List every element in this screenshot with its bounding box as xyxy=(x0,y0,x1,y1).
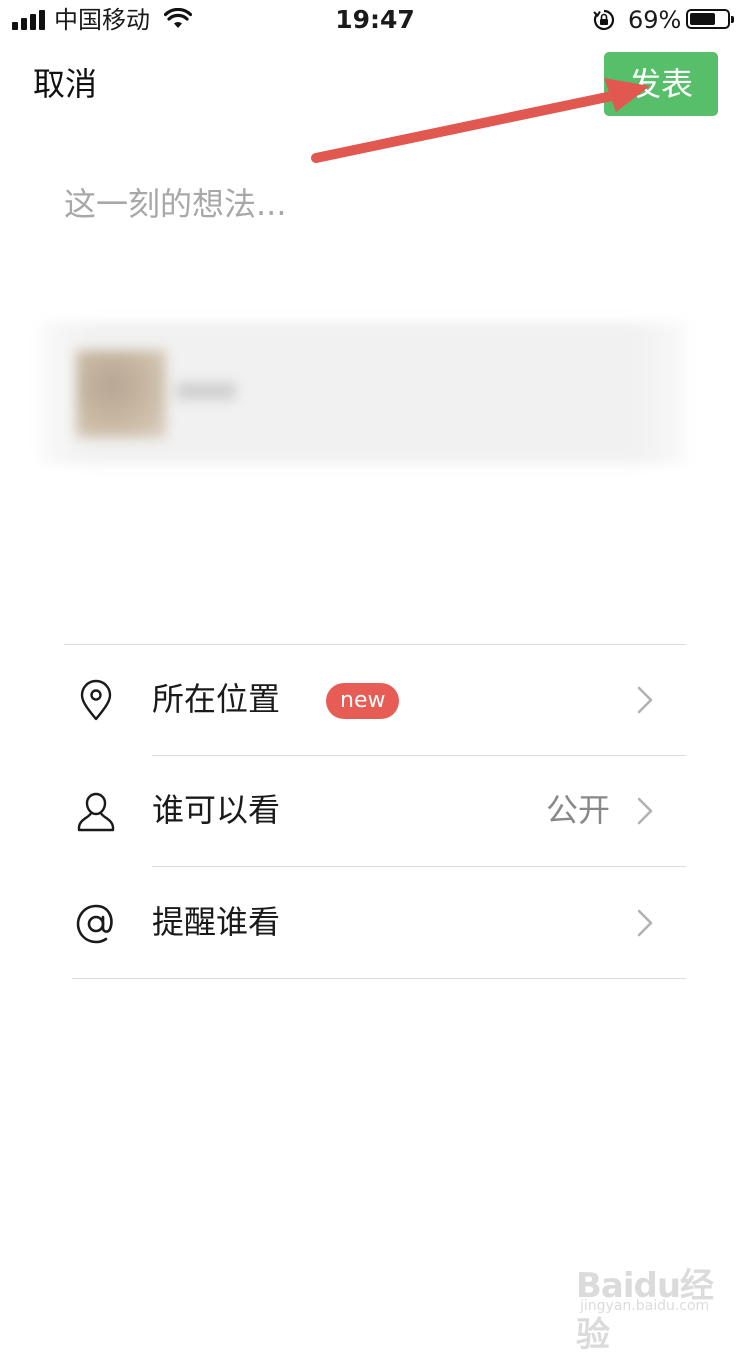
at-sign-icon xyxy=(76,904,113,944)
visibility-label: 谁可以看 xyxy=(152,791,281,829)
battery-icon xyxy=(686,9,734,29)
orientation-lock-icon xyxy=(593,9,615,31)
visibility-option[interactable]: 谁可以看 公开 xyxy=(0,756,750,867)
location-pin-icon xyxy=(80,679,112,721)
watermark-url: jingyan.baidu.com xyxy=(580,1298,710,1314)
battery-percentage: 69% xyxy=(628,6,682,34)
attachment-preview[interactable] xyxy=(40,322,686,464)
chevron-right-icon xyxy=(637,909,653,937)
post-text-input[interactable]: 这一刻的想法... xyxy=(64,182,684,232)
location-label: 所在位置 xyxy=(152,680,281,718)
visibility-value: 公开 xyxy=(546,791,611,829)
cancel-button[interactable]: 取消 xyxy=(33,64,97,104)
attachment-title xyxy=(176,382,236,400)
mention-label: 提醒谁看 xyxy=(152,903,281,941)
location-option[interactable]: 所在位置 new xyxy=(0,645,750,756)
chevron-right-icon xyxy=(637,686,653,714)
publish-button[interactable]: 发表 xyxy=(604,52,718,116)
mention-option[interactable]: 提醒谁看 xyxy=(0,868,750,979)
chevron-right-icon xyxy=(637,797,653,825)
row-divider xyxy=(72,978,686,979)
new-badge: new xyxy=(326,683,400,719)
row-divider xyxy=(152,866,686,867)
baidu-watermark: Baidu经验 jingyan.baidu.com xyxy=(576,1252,726,1355)
status-bar: 中国移动 19:47 69% xyxy=(0,0,750,40)
person-icon xyxy=(77,792,115,832)
attachment-thumbnail xyxy=(76,350,166,438)
